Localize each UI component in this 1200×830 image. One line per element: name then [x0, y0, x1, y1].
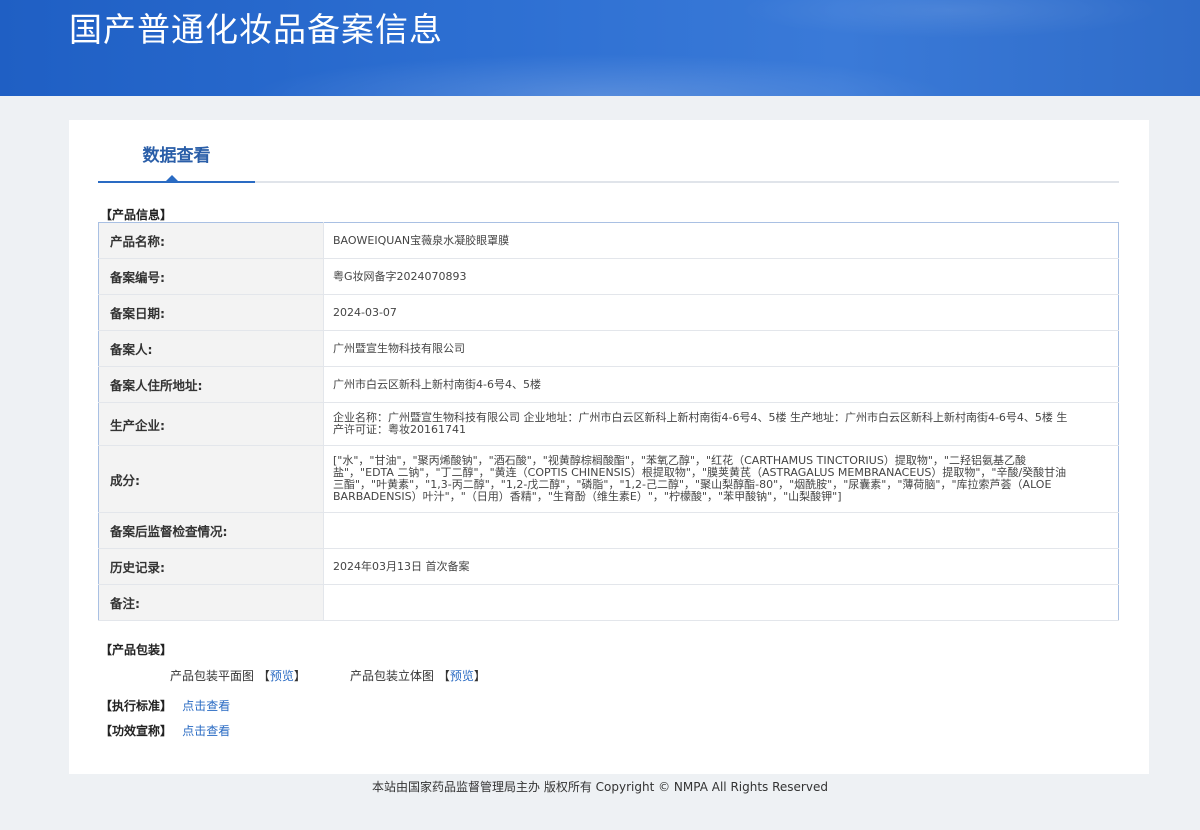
row-value: 广州市白云区新科上新村南街4-6号4、5楼	[323, 366, 1119, 403]
table-row: 成分: ["水"，"甘油"，"聚丙烯酸钠"，"酒石酸"，"视黄醇棕榈酸酯"，"苯氧…	[98, 445, 1119, 513]
preview-solid-link[interactable]: 预览	[450, 669, 474, 683]
section-package: 【产品包装】	[100, 643, 173, 657]
row-value: 粤G妆网备字2024070893	[323, 258, 1119, 295]
preview-flat-link[interactable]: 预览	[270, 669, 294, 683]
tab-indicator-arrow	[166, 175, 178, 181]
efficacy-view-link[interactable]: 点击查看	[182, 724, 230, 738]
product-info-table: 产品名称: BAOWEIQUAN宝薇泉水凝胶眼罩膜 备案编号: 粤G妆网备字2024…	[98, 222, 1119, 621]
row-value: ["水"，"甘油"，"聚丙烯酸钠"，"酒石酸"，"视黄醇棕榈酸酯"，"苯氧乙醇"…	[323, 445, 1119, 513]
table-row: 产品名称: BAOWEIQUAN宝薇泉水凝胶眼罩膜	[98, 222, 1119, 259]
row-key: 备案日期:	[98, 294, 324, 331]
bracket-open: 【	[437, 669, 450, 683]
content-card: 数据查看 【产品信息】 产品名称: BAOWEIQUAN宝薇泉水凝胶眼罩膜 备案编…	[69, 120, 1149, 774]
row-value: BAOWEIQUAN宝薇泉水凝胶眼罩膜	[323, 222, 1119, 259]
package-flat-item: 产品包装平面图 【预览】	[170, 667, 306, 684]
page-title: 国产普通化妆品备案信息	[69, 10, 443, 49]
table-row: 备案编号: 粤G妆网备字2024070893	[98, 258, 1119, 295]
footer: 本站由国家药品监督管理局主办 版权所有 Copyright © NMPA All…	[372, 780, 828, 794]
section-efficacy-label: 【功效宣称】	[100, 724, 173, 738]
row-key: 产品名称:	[98, 222, 324, 259]
row-key: 备案编号:	[98, 258, 324, 295]
row-key: 备案人:	[98, 330, 324, 367]
bracket-close: 】	[293, 669, 306, 683]
row-key: 备案人住所地址:	[98, 366, 324, 403]
package-solid-item: 产品包装立体图 【预览】	[350, 667, 486, 684]
row-key: 备注:	[98, 584, 324, 621]
standard-view-link[interactable]: 点击查看	[182, 699, 230, 713]
table-row: 备案后监督检查情况:	[98, 512, 1119, 549]
row-value	[323, 584, 1119, 621]
row-key: 成分:	[98, 445, 324, 513]
row-value: 2024年03月13日 首次备案	[323, 548, 1119, 585]
row-value: 2024-03-07	[323, 294, 1119, 331]
row-key: 生产企业:	[98, 402, 324, 446]
row-key: 历史记录:	[98, 548, 324, 585]
section-product-info: 【产品信息】	[100, 208, 173, 222]
table-row: 备注:	[98, 584, 1119, 621]
table-row: 备案日期: 2024-03-07	[98, 294, 1119, 331]
table-row: 生产企业: 企业名称：广州暨宣生物科技有限公司 企业地址：广州市白云区新科上新村南…	[98, 402, 1119, 446]
table-row: 历史记录: 2024年03月13日 首次备案	[98, 548, 1119, 585]
section-standard-label: 【执行标准】	[100, 699, 173, 713]
table-row: 备案人住所地址: 广州市白云区新科上新村南街4-6号4、5楼	[98, 366, 1119, 403]
table-row: 备案人: 广州暨宣生物科技有限公司	[98, 330, 1119, 367]
bracket-close: 】	[473, 669, 486, 683]
page-header: 国产普通化妆品备案信息	[0, 0, 1200, 96]
row-value: 广州暨宣生物科技有限公司	[323, 330, 1119, 367]
tab-bar: 数据查看	[98, 142, 1119, 183]
bracket-open: 【	[257, 669, 270, 683]
section-standard: 【执行标准】 点击查看	[100, 697, 230, 714]
row-key: 备案后监督检查情况:	[98, 512, 324, 549]
package-solid-label: 产品包装立体图	[350, 669, 435, 683]
section-efficacy: 【功效宣称】 点击查看	[100, 722, 230, 739]
row-value	[323, 512, 1119, 549]
package-flat-label: 产品包装平面图	[170, 669, 255, 683]
row-value: 企业名称：广州暨宣生物科技有限公司 企业地址：广州市白云区新科上新村南街4-6号…	[323, 402, 1119, 446]
